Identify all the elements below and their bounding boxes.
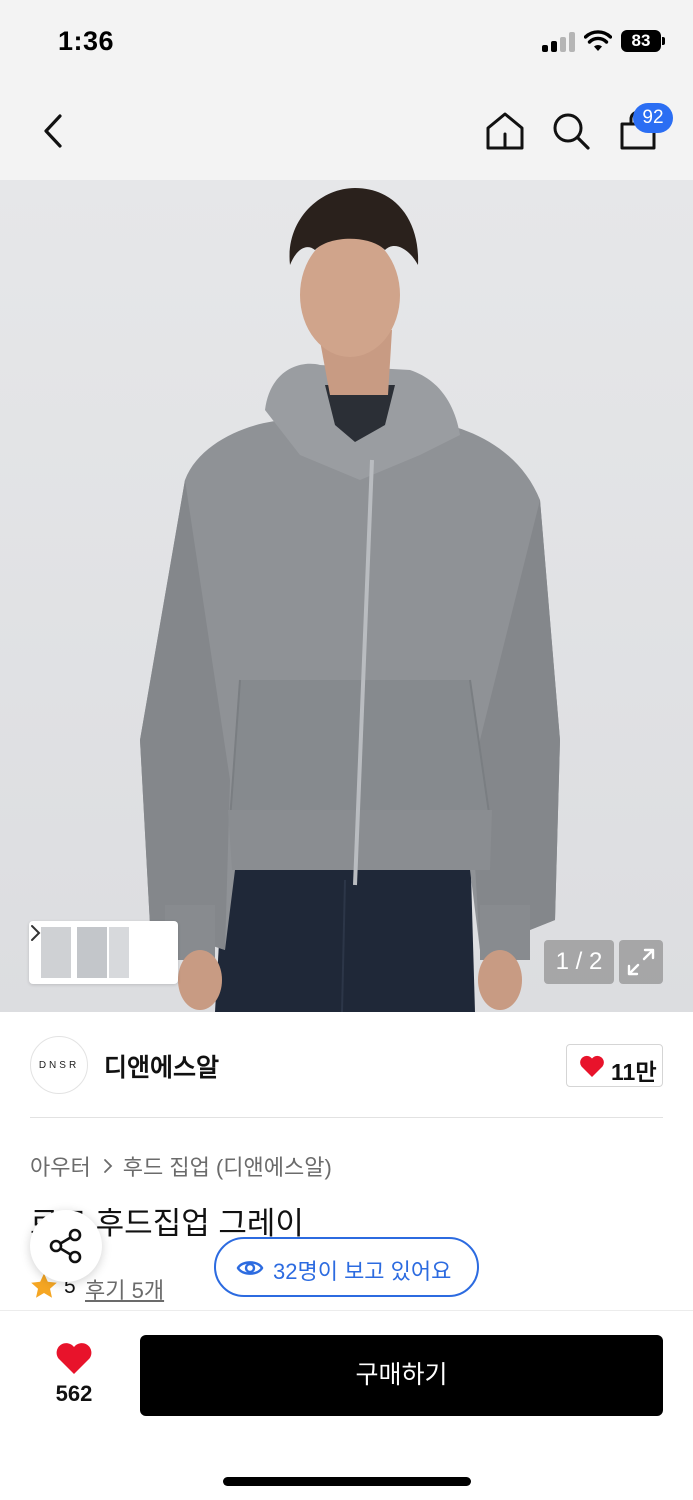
divider xyxy=(30,1117,663,1118)
image-page-indicator: 1 / 2 xyxy=(544,940,614,984)
back-arrow-icon[interactable] xyxy=(36,110,72,152)
share-icon xyxy=(49,1228,82,1264)
eye-icon xyxy=(236,1261,264,1275)
brand-name[interactable]: 디앤에스알 xyxy=(104,1048,219,1084)
wish-count: 562 xyxy=(55,1381,93,1406)
review-link[interactable]: 후기 5개 xyxy=(85,1273,164,1305)
search-icon[interactable] xyxy=(550,110,592,152)
chevron-right-icon[interactable] xyxy=(29,921,43,945)
viewers-count-pill: 32명이 보고 있어요 xyxy=(214,1237,479,1297)
buy-button[interactable]: 구매하기 xyxy=(140,1335,663,1416)
breadcrumb-subcategory[interactable]: 후드 집업 (디앤에스알) xyxy=(123,1150,332,1182)
brand-logo[interactable]: DNSR xyxy=(30,1036,88,1094)
status-bar: 1:36 83 xyxy=(0,0,693,84)
thumbnail-image[interactable] xyxy=(109,927,129,978)
chevron-right-icon xyxy=(103,1159,113,1173)
thumbnail-strip[interactable] xyxy=(29,921,178,984)
status-time: 1:36 xyxy=(58,26,115,56)
share-button[interactable] xyxy=(30,1210,102,1282)
heart-icon[interactable] xyxy=(55,1341,93,1375)
cellular-signal-icon xyxy=(542,32,576,52)
expand-image-button[interactable] xyxy=(619,940,663,984)
battery-tip xyxy=(662,37,665,45)
thumbnail-image[interactable] xyxy=(77,927,107,978)
product-photo xyxy=(140,188,560,1012)
home-icon[interactable] xyxy=(484,110,526,152)
cart-count-badge: 92 xyxy=(633,103,673,133)
brand-like-count: 11만 xyxy=(611,1059,657,1085)
brand-row[interactable]: DNSR 디앤에스알 11만 xyxy=(0,1012,693,1118)
bottom-action-bar: 562 구매하기 xyxy=(0,1310,693,1500)
heart-icon xyxy=(580,1055,604,1077)
breadcrumb: 아우터 후드 집업 (디앤에스알) xyxy=(30,1150,332,1182)
viewers-text: 32명이 보고 있어요 xyxy=(273,1259,452,1284)
home-indicator[interactable] xyxy=(223,1477,471,1486)
brand-like-button[interactable]: 11만 xyxy=(566,1044,663,1087)
thumbnail-image[interactable] xyxy=(41,927,71,978)
top-nav-bar: 92 xyxy=(0,84,693,180)
product-image-gallery[interactable]: 1 / 2 xyxy=(0,180,693,1012)
battery-indicator: 83 xyxy=(621,30,661,52)
breadcrumb-category[interactable]: 아우터 xyxy=(30,1150,91,1182)
wifi-icon xyxy=(584,30,612,51)
expand-icon xyxy=(627,948,655,976)
